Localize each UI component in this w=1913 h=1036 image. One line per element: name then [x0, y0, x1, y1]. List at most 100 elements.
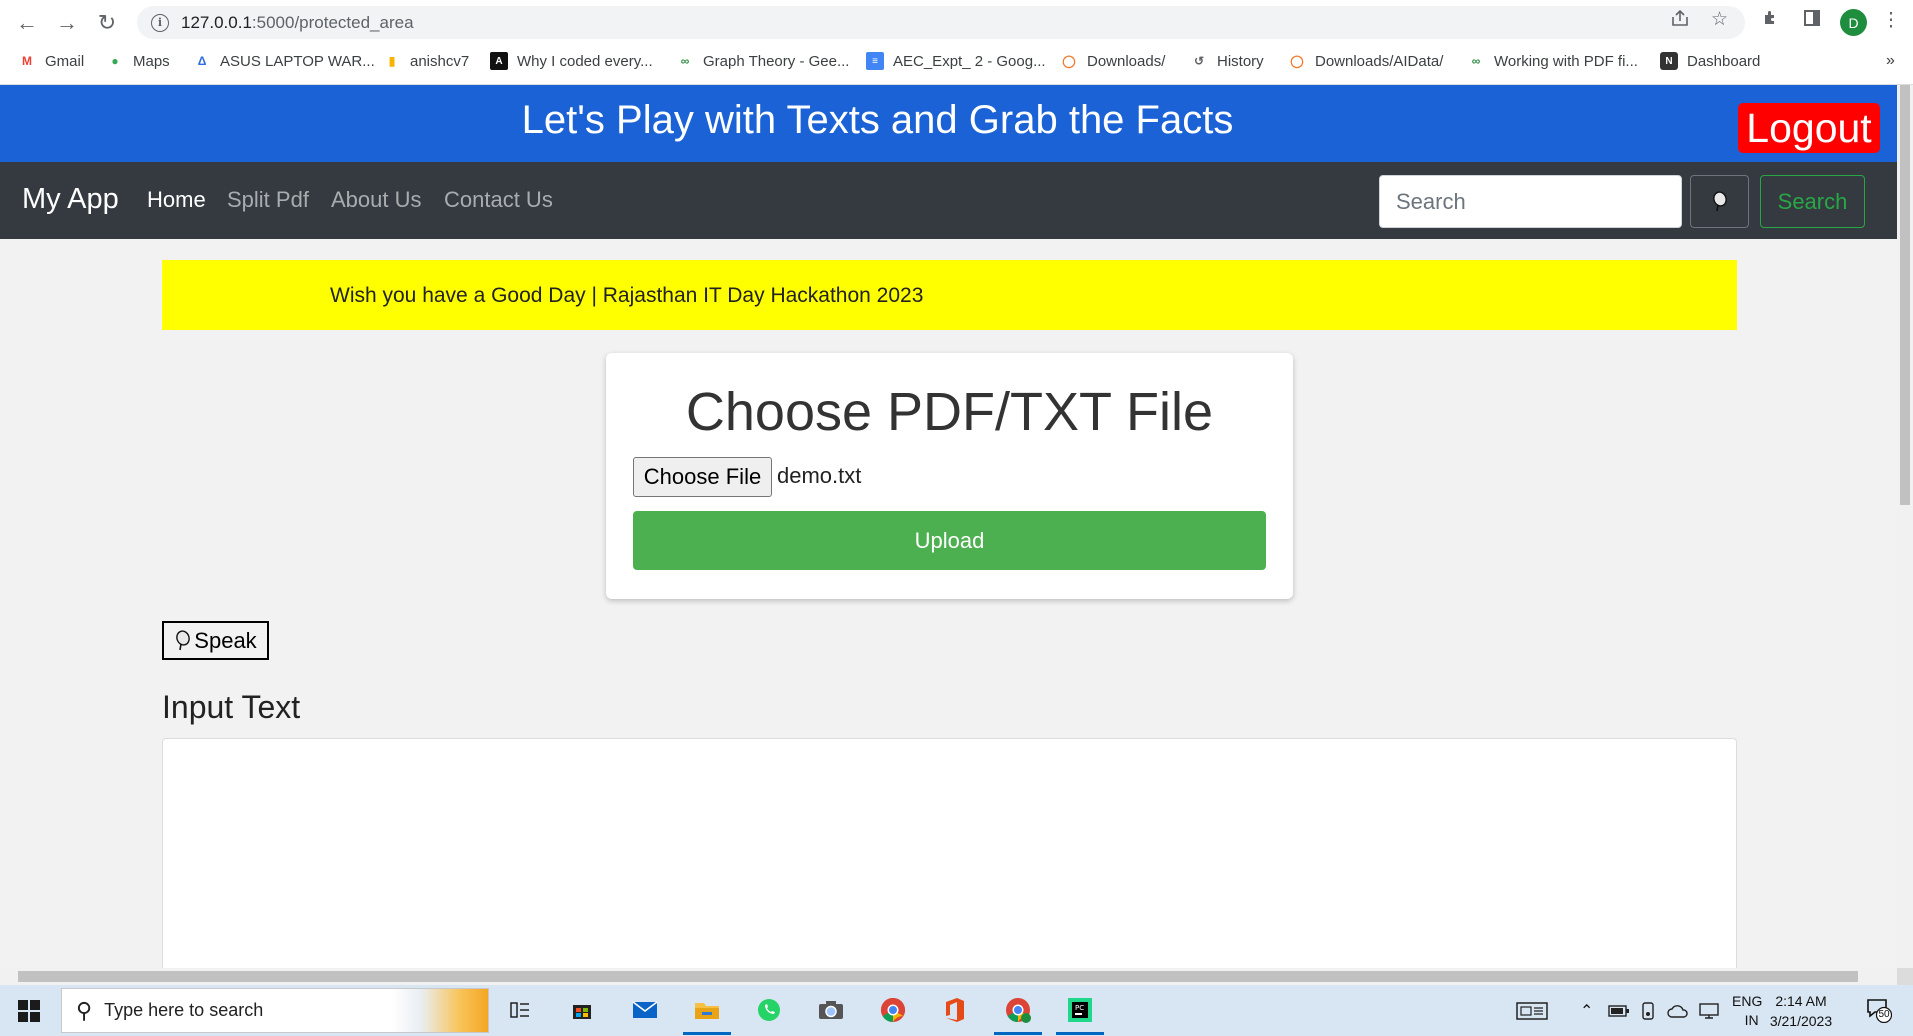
horizontal-scrollbar[interactable]: [0, 968, 1897, 985]
forward-arrow-icon[interactable]: →: [51, 7, 83, 39]
bookmark-label: Maps: [133, 52, 170, 70]
asus-icon: Δ: [197, 54, 207, 68]
profile-avatar[interactable]: D: [1840, 9, 1867, 36]
bookmark-dashboard[interactable]: N Dashboard: [1660, 49, 1760, 73]
search-input[interactable]: [1379, 175, 1682, 228]
dashboard-icon: N: [1660, 52, 1678, 70]
back-arrow-icon[interactable]: ←: [11, 7, 43, 39]
address-bar[interactable]: i 127.0.0.1:5000/protected_area: [137, 6, 1745, 39]
search-highlight-image: [392, 989, 488, 1032]
mail-icon[interactable]: [628, 993, 662, 1027]
bookmark-downloads-aidata[interactable]: ◯ Downloads/AIData/: [1288, 49, 1443, 73]
horizontal-scroll-thumb[interactable]: [18, 971, 1858, 982]
upload-title: Choose PDF/TXT File: [685, 382, 1214, 442]
nav-home[interactable]: Home: [147, 187, 206, 213]
upload-card: Choose PDF/TXT File Choose File demo.txt…: [606, 353, 1293, 599]
upload-button[interactable]: Upload: [633, 511, 1266, 570]
battery-icon[interactable]: [1608, 985, 1630, 1036]
extensions-icon[interactable]: [1758, 9, 1784, 33]
svg-text:PC: PC: [1075, 1004, 1084, 1012]
clock-time: 2:14 AM: [1775, 993, 1827, 1009]
voice-search-button[interactable]: [1690, 175, 1749, 228]
bookmark-maps[interactable]: ● Maps: [106, 49, 170, 73]
camera-icon[interactable]: [814, 993, 848, 1027]
pycharm-icon[interactable]: PC: [1056, 993, 1104, 1035]
search-button[interactable]: Search: [1760, 175, 1865, 228]
speak-button[interactable]: Speak: [162, 621, 269, 660]
search-icon: ⚲: [76, 997, 93, 1023]
show-hidden-icons-icon[interactable]: ⌃: [1580, 985, 1593, 1036]
url-path: :5000/protected_area: [251, 12, 414, 32]
windows-taskbar: ⚲ Type here to search PC ⌃ ENG IN 2:14 A…: [0, 985, 1913, 1036]
chrome-icon[interactable]: [876, 993, 910, 1027]
bookmark-label: Dashboard: [1687, 52, 1761, 70]
brand-link[interactable]: My App: [22, 183, 119, 216]
vertical-scroll-thumb[interactable]: [1900, 85, 1910, 505]
selected-file-name: demo.txt: [777, 463, 862, 488]
keyboard-layout-icon[interactable]: [1516, 985, 1548, 1036]
bookmark-graph-theory[interactable]: ∞ Graph Theory - Gee...: [676, 49, 850, 73]
file-explorer-icon[interactable]: [683, 993, 731, 1035]
menu-kebab-icon[interactable]: ⋮: [1878, 9, 1904, 32]
region-label: IN: [1744, 1011, 1759, 1028]
docs-icon: ≡: [866, 52, 884, 70]
notification-count: 50: [1878, 1009, 1890, 1020]
blog-icon: A: [490, 52, 508, 70]
bookmark-label: Downloads/: [1087, 52, 1166, 70]
task-view-icon[interactable]: [503, 993, 537, 1027]
reload-icon[interactable]: ↻: [91, 7, 123, 39]
taskbar-clock[interactable]: 2:14 AM 3/21/2023: [1758, 991, 1844, 1031]
bookmarks-bar: M Gmail ● Maps Δ ASUS LAPTOP WAR... ▮ anishc…: [0, 49, 1913, 75]
site-info-icon[interactable]: i: [151, 13, 169, 32]
bookmark-asus[interactable]: Δ ASUS LAPTOP WAR...: [193, 49, 375, 73]
nav-contact-us[interactable]: Contact Us: [444, 187, 553, 213]
gfg-icon: ∞: [1471, 54, 1481, 68]
notification-center-icon[interactable]: 50: [1866, 997, 1893, 1024]
share-icon[interactable]: [1670, 8, 1690, 34]
navbar: My App Home Split Pdf About Us Contact U…: [0, 162, 1897, 239]
device-icon[interactable]: [1640, 985, 1656, 1036]
network-icon[interactable]: [1698, 985, 1720, 1036]
chrome-profile-icon[interactable]: [994, 993, 1042, 1035]
taskbar-search-box[interactable]: ⚲ Type here to search: [61, 988, 489, 1033]
bookmarks-overflow-icon[interactable]: »: [1886, 49, 1895, 73]
input-text-area[interactable]: [162, 738, 1737, 968]
bookmark-blog[interactable]: A Why I coded every...: [490, 49, 653, 73]
bookmark-downloads[interactable]: ◯ Downloads/: [1060, 49, 1165, 73]
address-url[interactable]: 127.0.0.1:5000/protected_area: [181, 13, 414, 33]
bookmark-working-pdf[interactable]: ∞ Working with PDF fi...: [1467, 49, 1638, 73]
bookmark-gmail[interactable]: M Gmail: [18, 49, 84, 73]
bookmark-label: Gmail: [45, 52, 85, 70]
bookmark-label: History: [1217, 52, 1264, 70]
bookmark-label: Working with PDF fi...: [1494, 52, 1638, 70]
history-icon: ↺: [1193, 54, 1205, 68]
bookmark-label: anishcv7: [410, 52, 470, 70]
vertical-scrollbar[interactable]: [1897, 85, 1913, 968]
bookmark-aec-expt[interactable]: ≡ AEC_Expt_ 2 - Goog...: [866, 49, 1046, 73]
gfg-icon: ∞: [680, 54, 690, 68]
taskbar-search-placeholder: Type here to search: [104, 1000, 264, 1020]
microphone-icon: [1712, 190, 1727, 211]
web-page: Let's Play with Texts and Grab the Facts…: [0, 85, 1897, 968]
microphone-icon: [176, 629, 191, 650]
bookmark-label: AEC_Expt_ 2 - Goog...: [893, 52, 1046, 70]
logout-button[interactable]: Logout: [1738, 103, 1880, 153]
marquee-banner: Wish you have a Good Day | Rajasthan IT …: [162, 260, 1737, 330]
nav-about-us[interactable]: About Us: [331, 187, 422, 213]
nav-split-pdf[interactable]: Split Pdf: [227, 187, 309, 213]
windows-start-icon[interactable]: [18, 1000, 40, 1022]
choose-file-button[interactable]: Choose File: [633, 457, 772, 497]
bookmark-label: ASUS LAPTOP WAR...: [220, 52, 375, 70]
side-panel-icon[interactable]: [1799, 9, 1825, 33]
bookmark-anishcv7[interactable]: ▮ anishcv7: [383, 49, 470, 73]
bookmark-label: Graph Theory - Gee...: [703, 52, 850, 70]
jupyter-icon: ◯: [1062, 54, 1076, 68]
onedrive-icon[interactable]: [1667, 985, 1689, 1036]
microsoft-store-icon[interactable]: [565, 993, 599, 1027]
whatsapp-icon[interactable]: [752, 993, 786, 1027]
bookmark-history[interactable]: ↺ History: [1190, 49, 1264, 73]
office-icon[interactable]: [938, 993, 972, 1027]
browser-toolbar: ← → ↻ i 127.0.0.1:5000/protected_area ☆ …: [0, 0, 1913, 85]
bookmark-star-icon[interactable]: ☆: [1711, 8, 1728, 31]
bookmark-label: Downloads/AIData/: [1315, 52, 1444, 70]
